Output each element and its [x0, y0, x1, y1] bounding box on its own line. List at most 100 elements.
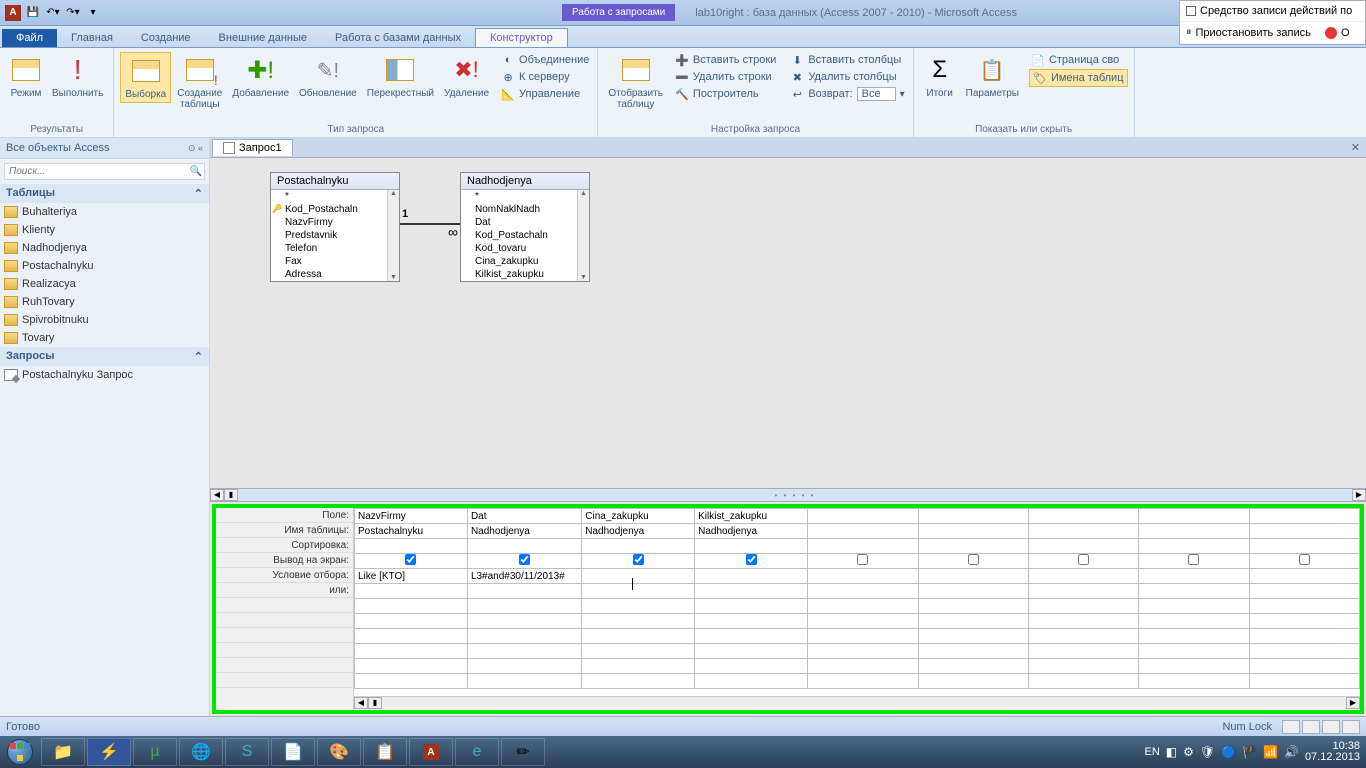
grid-cell[interactable]: [695, 569, 808, 584]
table-field[interactable]: Kod_tovaru: [461, 242, 589, 255]
task-app-5[interactable]: ✏: [501, 738, 545, 766]
search-input[interactable]: [4, 163, 205, 180]
grid-cell[interactable]: Like [KTO]: [355, 569, 468, 584]
update-button[interactable]: ✎!Обновление: [295, 52, 361, 101]
nav-query-item[interactable]: Postachalnyku Запрос: [0, 366, 209, 384]
scroll-thumb[interactable]: ▮: [368, 697, 382, 709]
tray-icon-1[interactable]: ◧: [1166, 745, 1177, 759]
grid-cell[interactable]: [918, 539, 1028, 554]
grid-cell[interactable]: [808, 659, 918, 674]
undo-icon[interactable]: ↶▾: [44, 4, 62, 22]
grid-scroll-h[interactable]: ◀▮ ▶: [354, 696, 1360, 710]
nav-collapse-icon[interactable]: ⊙ «: [188, 143, 203, 154]
tab-external[interactable]: Внешние данные: [205, 29, 321, 47]
task-utorrent[interactable]: µ: [133, 738, 177, 766]
grid-cell[interactable]: [582, 644, 695, 659]
grid-cell[interactable]: [355, 659, 468, 674]
nav-table-item[interactable]: Postachalnyku: [0, 257, 209, 275]
grid-cell[interactable]: [467, 554, 581, 569]
grid-cell[interactable]: [808, 674, 918, 689]
grid-cell[interactable]: [695, 659, 808, 674]
grid-cell[interactable]: [582, 569, 695, 584]
grid-cell[interactable]: Nadhodjenya: [467, 524, 581, 539]
grid-cell[interactable]: [695, 554, 808, 569]
grid-cell[interactable]: [918, 599, 1028, 614]
table-field[interactable]: NomNaklNadh: [461, 203, 589, 216]
grid-cell[interactable]: [582, 674, 695, 689]
grid-cell[interactable]: Cina_zakupku: [582, 509, 695, 524]
grid-cell[interactable]: [582, 584, 695, 599]
grid-cell[interactable]: [918, 659, 1028, 674]
grid-cell[interactable]: [1249, 569, 1359, 584]
grid-cell[interactable]: [1028, 524, 1138, 539]
grid-cell[interactable]: NazvFirmy: [355, 509, 468, 524]
grid-cell[interactable]: [808, 614, 918, 629]
delete-button[interactable]: ✖!Удаление: [440, 52, 493, 101]
grid-cell[interactable]: [582, 554, 695, 569]
show-checkbox[interactable]: [519, 554, 530, 565]
nav-table-item[interactable]: Tovary: [0, 329, 209, 347]
grid-cell[interactable]: Dat: [467, 509, 581, 524]
design-canvas[interactable]: Postachalnyku *Kod_PostachalnNazvFirmyPr…: [210, 158, 1366, 488]
grid-cell[interactable]: [808, 599, 918, 614]
show-checkbox[interactable]: [968, 554, 979, 565]
grid-cell[interactable]: Postachalnyku: [355, 524, 468, 539]
scroll-left-icon[interactable]: ◀: [354, 697, 368, 709]
insert-cols-button[interactable]: ⬇Вставить столбцы: [788, 52, 906, 68]
show-checkbox[interactable]: [405, 554, 416, 565]
grid-cell[interactable]: [1028, 569, 1138, 584]
tray-flag-icon[interactable]: 🏴: [1242, 745, 1257, 759]
clock[interactable]: 10:38 07.12.2013: [1305, 741, 1360, 763]
grid-cell[interactable]: L3#and#30/11/2013#: [467, 569, 581, 584]
grid-cell[interactable]: [467, 644, 581, 659]
make-table-button[interactable]: !Создание таблицы: [173, 52, 226, 112]
grid-cell[interactable]: [467, 659, 581, 674]
show-checkbox[interactable]: [857, 554, 868, 565]
nav-table-item[interactable]: Buhalteriya: [0, 203, 209, 221]
grid-cell[interactable]: [1139, 644, 1249, 659]
close-tab-icon[interactable]: ✕: [1351, 141, 1360, 154]
grid-cell[interactable]: [1028, 554, 1138, 569]
delete-cols-button[interactable]: ✖Удалить столбцы: [788, 69, 906, 85]
grid-cell[interactable]: [1249, 644, 1359, 659]
grid-cell[interactable]: [1249, 584, 1359, 599]
task-ie[interactable]: e: [455, 738, 499, 766]
grid-cell[interactable]: [1028, 629, 1138, 644]
grid-cell[interactable]: [1028, 599, 1138, 614]
grid-cell[interactable]: [808, 569, 918, 584]
task-app-1[interactable]: ⚡: [87, 738, 131, 766]
grid-cell[interactable]: [1139, 614, 1249, 629]
grid-cell[interactable]: [808, 584, 918, 599]
show-checkbox[interactable]: [1299, 554, 1310, 565]
save-icon[interactable]: 💾: [24, 4, 42, 22]
grid-cell[interactable]: [695, 599, 808, 614]
nav-table-item[interactable]: RuhTovary: [0, 293, 209, 311]
grid-cell[interactable]: [1249, 599, 1359, 614]
grid-cell[interactable]: [918, 584, 1028, 599]
tray-network-icon[interactable]: 📶: [1263, 745, 1278, 759]
tab-file[interactable]: Файл: [2, 29, 57, 47]
tray-icon-2[interactable]: ⚙: [1183, 745, 1194, 759]
search-icon[interactable]: 🔍: [190, 166, 202, 177]
task-access[interactable]: A: [409, 738, 453, 766]
grid-cell[interactable]: [467, 599, 581, 614]
grid-cell[interactable]: [918, 674, 1028, 689]
grid-cell[interactable]: [918, 629, 1028, 644]
grid-cell[interactable]: [918, 554, 1028, 569]
builder-button[interactable]: 🔨Построитель: [673, 86, 778, 102]
grid-cell[interactable]: [695, 614, 808, 629]
grid-cell[interactable]: [695, 644, 808, 659]
horizontal-splitter[interactable]: ◀▮ • • • • • ▶: [210, 488, 1366, 502]
table-field[interactable]: Cina_zakupku: [461, 255, 589, 268]
grid-cell[interactable]: [1028, 674, 1138, 689]
grid-cell[interactable]: [355, 644, 468, 659]
tab-dbtools[interactable]: Работа с базами данных: [321, 29, 475, 47]
show-checkbox[interactable]: [1078, 554, 1089, 565]
grid-cell[interactable]: [582, 599, 695, 614]
grid-cell[interactable]: [808, 509, 918, 524]
grid-cell[interactable]: [1028, 644, 1138, 659]
grid-cell[interactable]: [808, 629, 918, 644]
grid-cell[interactable]: [467, 674, 581, 689]
append-button[interactable]: ✚!Добавление: [228, 52, 293, 101]
table-field[interactable]: NazvFirmy: [271, 216, 399, 229]
